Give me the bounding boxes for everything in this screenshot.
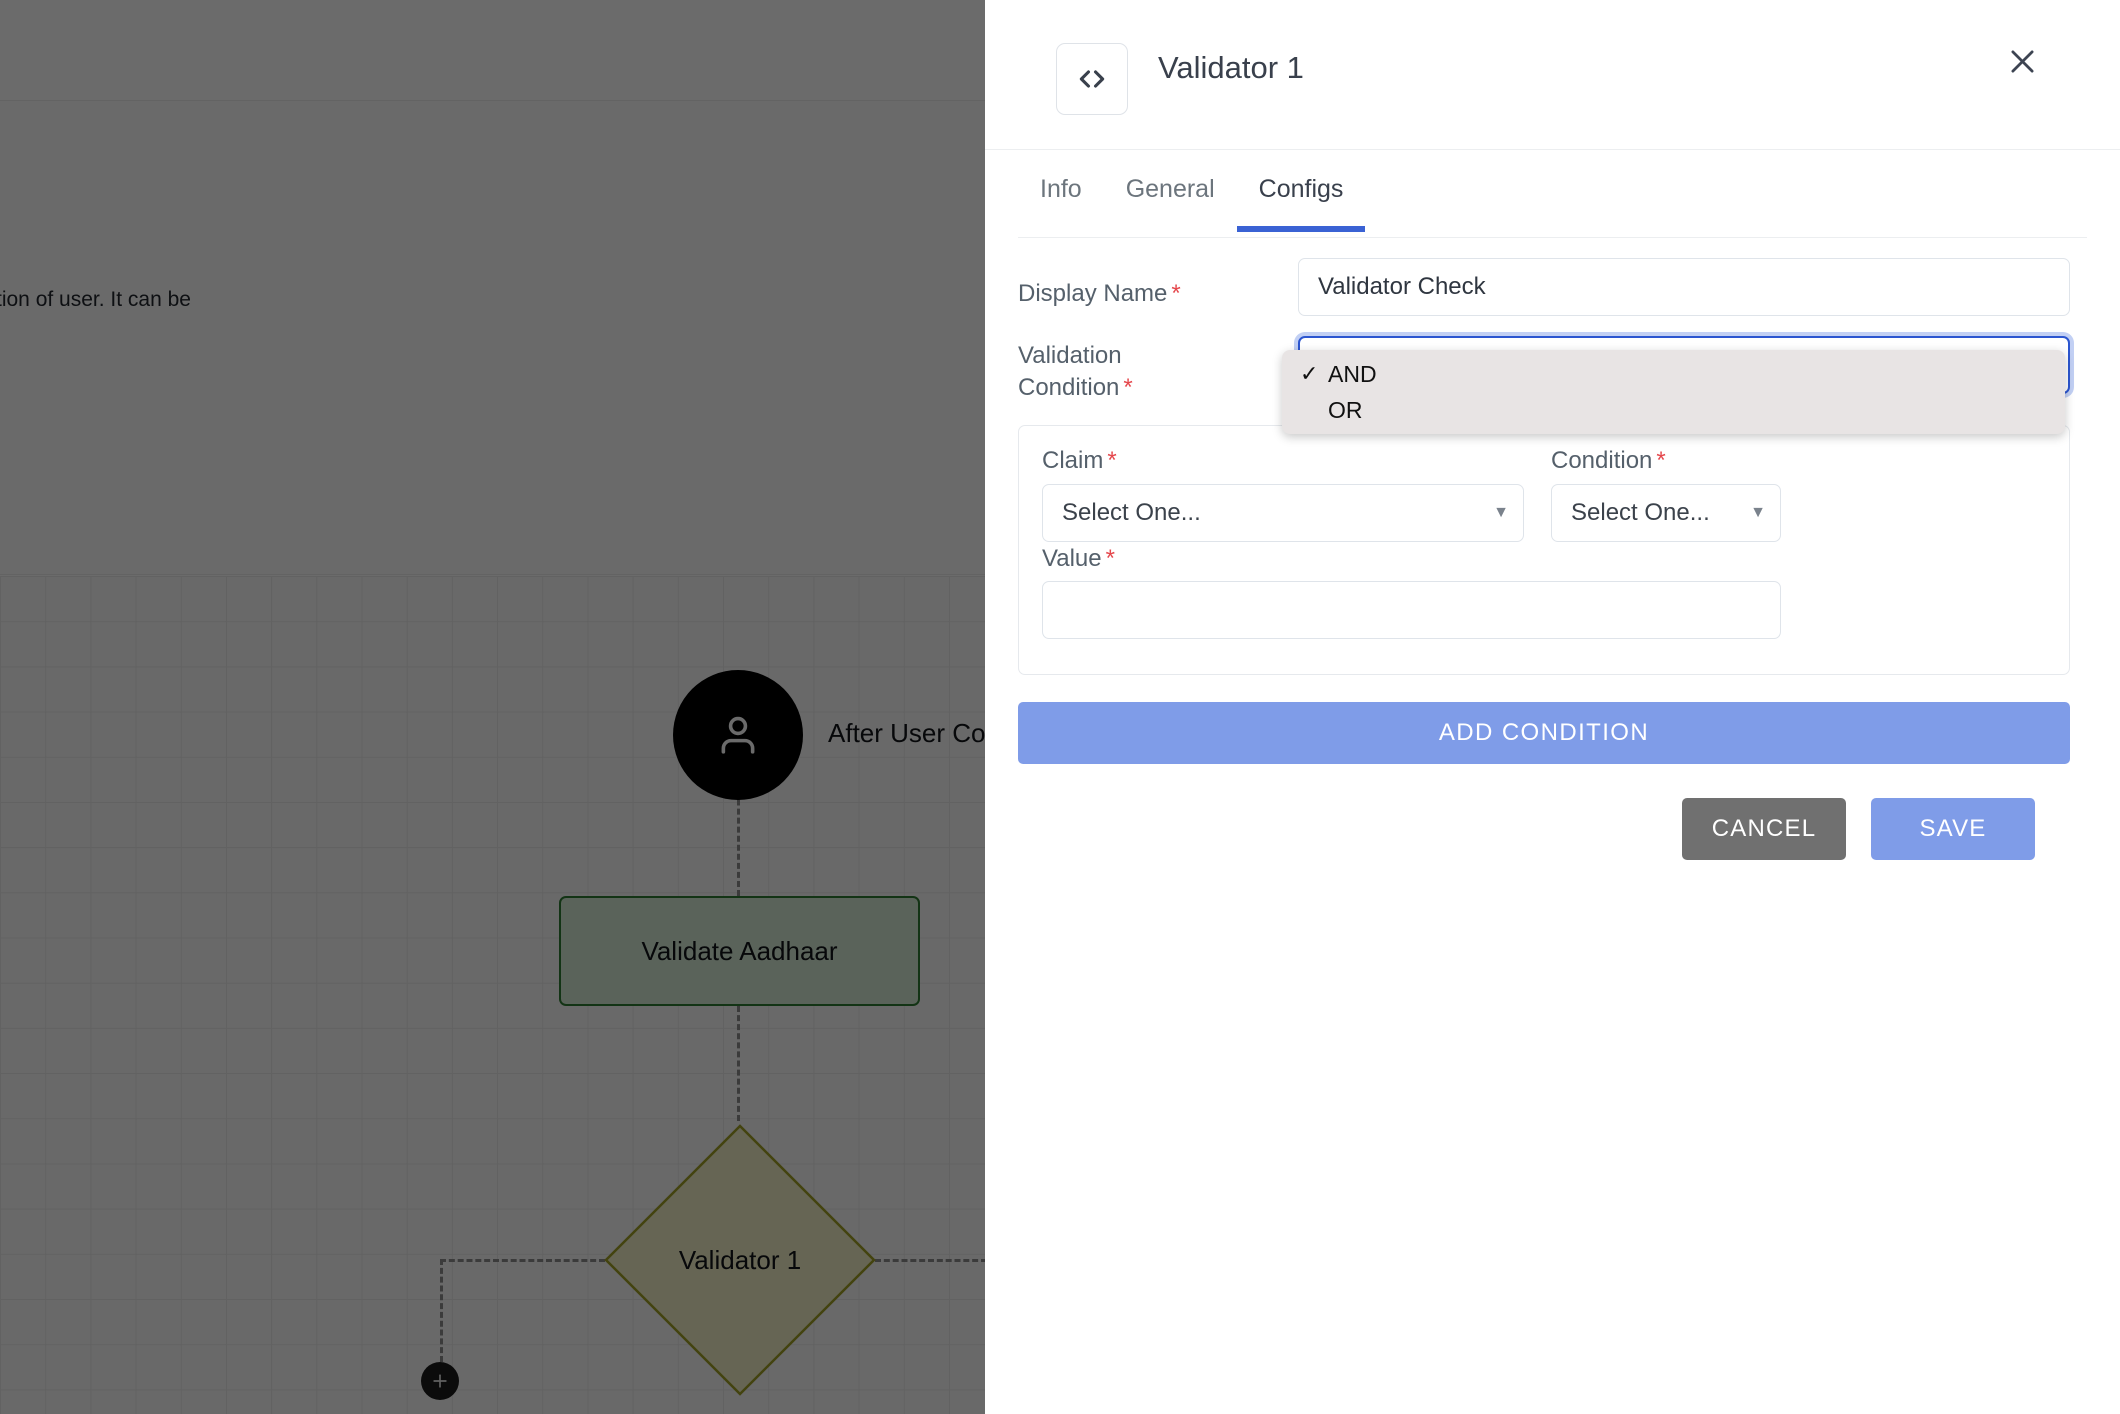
- canvas-top-band: [0, 0, 985, 100]
- canvas-description-band: [0, 100, 985, 575]
- display-name-input[interactable]: [1298, 258, 2070, 316]
- claim-select-value: Select One...: [1062, 499, 1201, 526]
- validation-condition-label-line2: Condition: [1018, 373, 1120, 401]
- required-asterisk: *: [1107, 447, 1117, 474]
- plus-icon: [433, 1374, 447, 1388]
- user-icon: [721, 716, 755, 754]
- close-icon: [2011, 50, 2033, 72]
- chevron-down-icon: ▼: [1750, 504, 1766, 521]
- value-label: Value *: [1042, 543, 1115, 575]
- validation-condition-label: Validation Condition *: [1018, 340, 1278, 404]
- tabstrip: Info General Configs: [1018, 175, 1366, 232]
- edge-validator-left: [440, 1259, 605, 1262]
- value-input[interactable]: [1042, 581, 1781, 639]
- save-button[interactable]: SAVE: [1871, 798, 2035, 860]
- validation-condition-label-line1: Validation: [1018, 342, 1122, 369]
- node-user-label: After User Co: [828, 718, 985, 748]
- check-icon: ✓: [1300, 361, 1319, 386]
- app-root: tion of user. It can be After User Co Va…: [0, 0, 2120, 1414]
- dropdown-option-or-label: OR: [1328, 396, 1363, 423]
- required-asterisk: *: [1656, 447, 1666, 474]
- panel-title: Validator 1: [1158, 50, 1304, 85]
- claim-select[interactable]: Select One... ▼: [1042, 484, 1524, 542]
- node-description-text: tion of user. It can be: [0, 288, 191, 311]
- required-asterisk: *: [1171, 280, 1181, 307]
- edge-validator-right: [875, 1259, 985, 1262]
- tab-configs[interactable]: Configs: [1236, 175, 1366, 232]
- required-asterisk: *: [1123, 373, 1133, 401]
- node-validator-1[interactable]: Validator 1: [600, 1120, 880, 1400]
- canvas-grid[interactable]: After User Co Validate Aadhaar Validator…: [0, 576, 985, 1414]
- display-name-label-text: Display Name: [1018, 280, 1168, 307]
- cancel-button[interactable]: CANCEL: [1682, 798, 1846, 860]
- validation-condition-dropdown[interactable]: ✓ AND OR: [1282, 350, 2065, 434]
- tabs-divider: [1018, 237, 2087, 238]
- node-validate-aadhaar[interactable]: Validate Aadhaar: [559, 896, 920, 1006]
- code-icon: [1079, 70, 1105, 88]
- node-user-circle[interactable]: [673, 670, 803, 800]
- condition-select-value: Select One...: [1571, 499, 1710, 526]
- required-asterisk: *: [1105, 545, 1115, 572]
- add-condition-button[interactable]: ADD CONDITION: [1018, 702, 2070, 764]
- workflow-canvas[interactable]: tion of user. It can be After User Co Va…: [0, 0, 985, 1414]
- tab-general[interactable]: General: [1104, 175, 1237, 232]
- add-node-button[interactable]: [421, 1362, 459, 1400]
- edge-validate-to-validator: [737, 1006, 740, 1121]
- claim-label-text: Claim: [1042, 447, 1104, 474]
- panel-tabs: Info General Configs: [985, 150, 2120, 240]
- dropdown-option-or[interactable]: OR: [1282, 392, 2065, 428]
- claim-label: Claim *: [1042, 445, 1117, 477]
- tab-info[interactable]: Info: [1018, 175, 1104, 232]
- validator-config-panel: Validator 1 Info General Configs Display…: [985, 0, 2120, 1414]
- chevron-down-icon: ▼: [1493, 504, 1509, 521]
- condition-label: Condition *: [1551, 445, 1666, 477]
- condition-label-text: Condition: [1551, 447, 1653, 474]
- node-type-badge: [1056, 43, 1128, 115]
- panel-header: Validator 1: [985, 0, 2120, 150]
- condition-select[interactable]: Select One... ▼: [1551, 484, 1781, 542]
- display-name-label: Display Name *: [1018, 278, 1248, 310]
- close-icon-button[interactable]: [1991, 30, 2053, 92]
- dropdown-option-and[interactable]: ✓ AND: [1282, 356, 2065, 392]
- dropdown-option-and-label: AND: [1328, 360, 1377, 387]
- edge-validator-left-down: [440, 1259, 443, 1362]
- value-label-text: Value: [1042, 545, 1102, 572]
- node-validator-1-label: Validator 1: [678, 1244, 802, 1275]
- condition-card: Claim * Select One... ▼ Condition * Select…: [1018, 425, 2070, 675]
